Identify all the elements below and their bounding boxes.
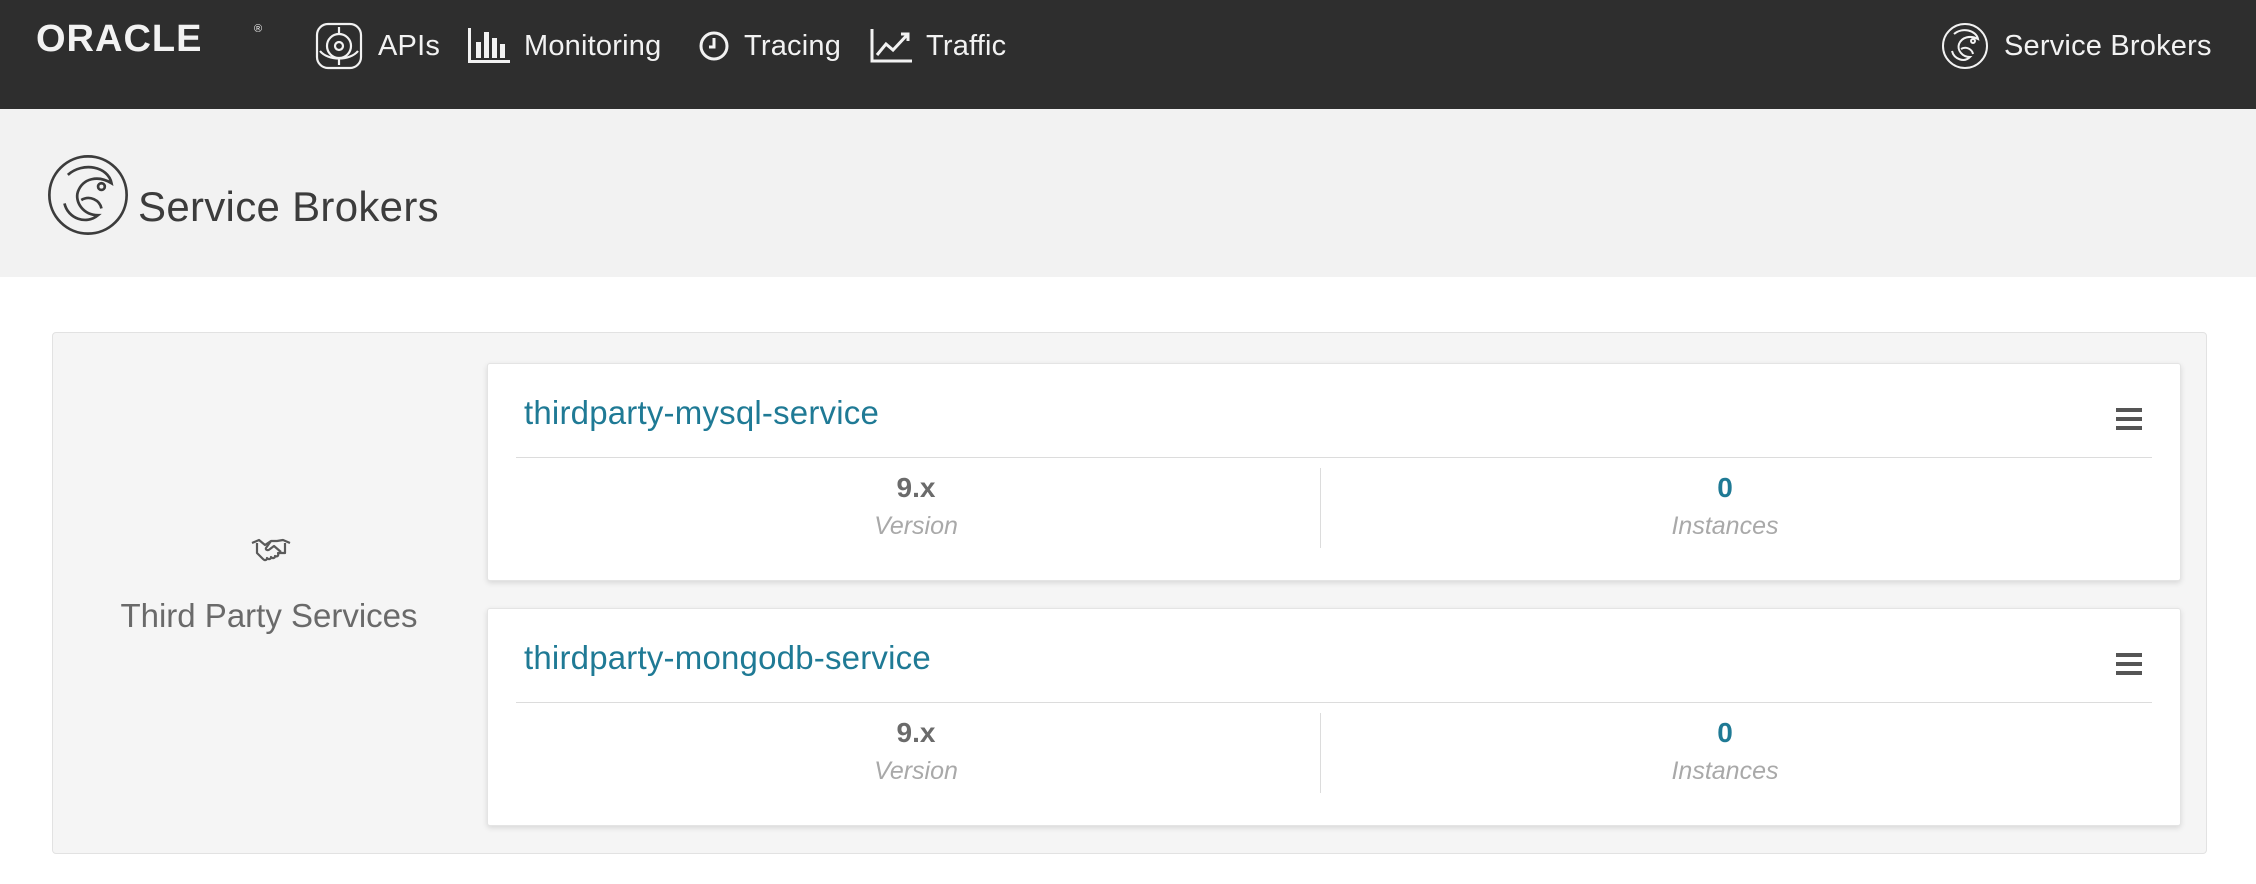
service-card: thirdparty-mysql-service 9.x Version 0 I… [487,363,2181,581]
version-stat: 9.x Version [516,472,1316,541]
service-broker-icon [1940,21,1990,71]
group-sidebar: Third Party Services [53,333,485,853]
page-header: Service Brokers [0,109,2256,277]
group-name: Third Party Services [120,597,418,634]
nav-item-service-brokers[interactable]: Service Brokers [1940,0,2212,92]
top-nav-bar: ORACLE ® APIs Monitoring Tracing Traffic… [0,0,2256,109]
nav-label-tracing: Tracing [744,29,842,62]
instances-label: Instances [1671,512,1779,540]
clock-icon [698,30,730,62]
hamburger-menu-icon[interactable] [2116,408,2144,430]
version-value: 9.x [896,717,936,748]
svg-text:ORACLE: ORACLE [36,20,202,56]
nav-item-monitoring[interactable]: Monitoring [468,0,661,92]
nav-label-traffic: Traffic [926,29,1007,62]
api-icon [314,21,364,71]
version-label: Version [874,757,958,785]
page-title: Service Brokers [138,183,439,230]
version-stat: 9.x Version [516,717,1316,786]
nav-label-monitoring: Monitoring [524,29,662,62]
card-divider [516,457,2152,458]
service-card: thirdparty-mongodb-service 9.x Version 0… [487,608,2181,826]
version-value: 9.x [896,472,936,503]
bar-chart-icon [468,28,510,64]
instances-value[interactable]: 0 [1320,717,2130,749]
card-divider [516,702,2152,703]
instances-label: Instances [1671,757,1779,785]
oracle-logo-wordmark: ORACLE ® [36,18,262,60]
service-name-link[interactable]: thirdparty-mysql-service [524,394,879,432]
nav-label-apis: APIs [378,29,441,62]
nav-label-service-brokers: Service Brokers [2004,29,2212,62]
line-chart-icon [870,29,912,63]
service-name-link[interactable]: thirdparty-mongodb-service [524,639,931,677]
service-group-panel: Third Party Services thirdparty-mysql-se… [52,332,2207,854]
oracle-logo[interactable]: ORACLE ® [36,18,266,60]
svg-text:®: ® [254,23,262,35]
handshake-icon [251,537,291,568]
nav-item-apis[interactable]: APIs [314,0,440,92]
instances-stat[interactable]: 0 Instances [1320,717,2130,786]
nav-item-tracing[interactable]: Tracing [698,0,841,92]
hamburger-menu-icon[interactable] [2116,653,2144,675]
version-label: Version [874,512,958,540]
instances-stat[interactable]: 0 Instances [1320,472,2130,541]
nav-item-traffic[interactable]: Traffic [870,0,1006,92]
instances-value[interactable]: 0 [1320,472,2130,504]
service-broker-icon [46,153,130,242]
